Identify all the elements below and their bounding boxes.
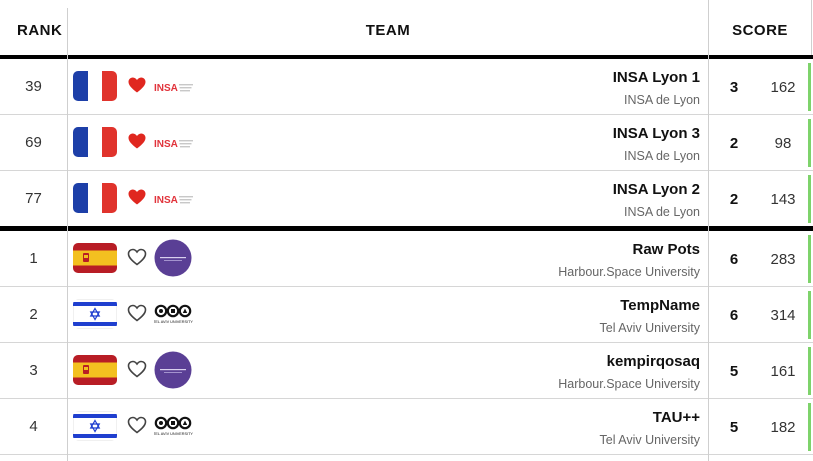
score-progress-bar	[808, 347, 811, 395]
israel-flag-icon	[73, 411, 117, 441]
team-name[interactable]: kempirqosaq	[607, 353, 700, 370]
france-flag-icon	[73, 127, 117, 157]
harbour-logo-icon	[154, 351, 194, 389]
penalty-time: 182	[770, 419, 796, 436]
rank-cell: 77	[25, 190, 42, 207]
score-column-divider	[708, 0, 709, 461]
rank-column-header[interactable]: RANK	[17, 0, 67, 55]
score-progress-bar	[808, 119, 811, 167]
penalty-time: 143	[770, 191, 796, 208]
table-row[interactable]: 4 TAU++ Tel Aviv University 5 182 TEL AVIV UN…	[0, 399, 813, 455]
university-name: Tel Aviv University	[599, 433, 701, 447]
team-column-header[interactable]: TEAM	[68, 0, 708, 55]
table-row[interactable]: 69 INSA Lyon 3 INSA de Lyon 2 98 INSA	[0, 115, 813, 171]
heart-outline-icon[interactable]	[127, 415, 147, 435]
table-row[interactable]: 39 INSA Lyon 1 INSA de Lyon 3 162 INSA	[0, 59, 813, 115]
svg-text:INSA: INSA	[154, 83, 178, 94]
solved-count: 5	[729, 419, 739, 436]
team-name[interactable]: INSA Lyon 3	[613, 125, 700, 142]
table-row[interactable]: 3 kempirqosaq Harbour.Space University 5 161	[0, 343, 813, 399]
rank-cell: 1	[29, 250, 38, 267]
scoreboard: RANK TEAM SCORE 39 INSA Lyon 1 INSA de Lyo…	[0, 0, 813, 455]
scoreboard-header: RANK TEAM SCORE	[0, 0, 813, 59]
france-flag-icon	[73, 71, 117, 101]
solved-count: 2	[729, 135, 739, 152]
heart-filled-icon[interactable]	[127, 131, 147, 151]
heart-outline-icon[interactable]	[127, 359, 147, 379]
heart-filled-icon[interactable]	[127, 75, 147, 95]
penalty-time: 162	[770, 79, 796, 96]
team-name[interactable]: TAU++	[653, 409, 700, 426]
insa-logo-icon: INSA	[154, 67, 194, 105]
score-progress-bar	[808, 403, 811, 451]
team-name[interactable]: Raw Pots	[632, 241, 700, 258]
insa-logo-icon: INSA	[154, 123, 194, 161]
tau-logo-icon: TEL AVIV UNIVERSITY	[153, 295, 194, 333]
rank-cell: 2	[29, 306, 38, 323]
svg-text:TEL AVIV UNIVERSITY: TEL AVIV UNIVERSITY	[154, 320, 193, 324]
france-flag-icon	[73, 183, 117, 213]
spain-flag-icon	[73, 243, 117, 273]
score-progress-bar	[808, 175, 811, 223]
penalty-time: 161	[770, 363, 796, 380]
rank-cell: 69	[25, 134, 42, 151]
svg-text:TEL AVIV UNIVERSITY: TEL AVIV UNIVERSITY	[154, 432, 193, 436]
solved-count: 3	[729, 79, 739, 96]
university-name: INSA de Lyon	[624, 149, 700, 163]
university-name: Harbour.Space University	[558, 265, 700, 279]
rank-cell: 3	[29, 362, 38, 379]
solved-count: 5	[729, 363, 739, 380]
israel-flag-icon	[73, 299, 117, 329]
heart-filled-icon[interactable]	[127, 187, 147, 207]
harbour-logo-icon	[154, 239, 194, 277]
tau-logo-icon: TEL AVIV UNIVERSITY	[153, 407, 194, 445]
university-name: Tel Aviv University	[599, 321, 701, 335]
svg-text:INSA: INSA	[154, 139, 178, 150]
heart-outline-icon[interactable]	[127, 247, 147, 267]
table-row[interactable]: 1 Raw Pots Harbour.Space University 6 283	[0, 231, 813, 287]
heart-outline-icon[interactable]	[127, 303, 147, 323]
solved-count: 6	[729, 251, 739, 268]
penalty-time: 314	[770, 307, 796, 324]
table-row[interactable]: 77 INSA Lyon 2 INSA de Lyon 2 143 INSA	[0, 171, 813, 231]
solved-count: 2	[729, 191, 739, 208]
score-column-header[interactable]: SCORE	[710, 0, 810, 55]
team-name[interactable]: INSA Lyon 2	[613, 181, 700, 198]
score-progress-bar	[808, 291, 811, 339]
table-row[interactable]: 2 TempName Tel Aviv University 6 314 TEL AVIV…	[0, 287, 813, 343]
solved-count: 6	[729, 307, 739, 324]
penalty-time: 98	[774, 135, 792, 152]
scoreboard-rows: 39 INSA Lyon 1 INSA de Lyon 3 162 INSA 69 INSA …	[0, 59, 813, 455]
university-name: Harbour.Space University	[558, 377, 700, 391]
svg-text:INSA: INSA	[154, 195, 178, 206]
rank-cell: 4	[29, 418, 38, 435]
rank-cell: 39	[25, 78, 42, 95]
score-progress-bar	[808, 63, 811, 111]
team-name[interactable]: INSA Lyon 1	[613, 69, 700, 86]
header-right-border	[811, 0, 812, 55]
university-name: INSA de Lyon	[624, 93, 700, 107]
team-name[interactable]: TempName	[620, 297, 700, 314]
university-name: INSA de Lyon	[624, 205, 700, 219]
penalty-time: 283	[770, 251, 796, 268]
spain-flag-icon	[73, 355, 117, 385]
insa-logo-icon: INSA	[154, 179, 194, 217]
rank-column-divider	[67, 8, 68, 461]
score-progress-bar	[808, 235, 811, 283]
